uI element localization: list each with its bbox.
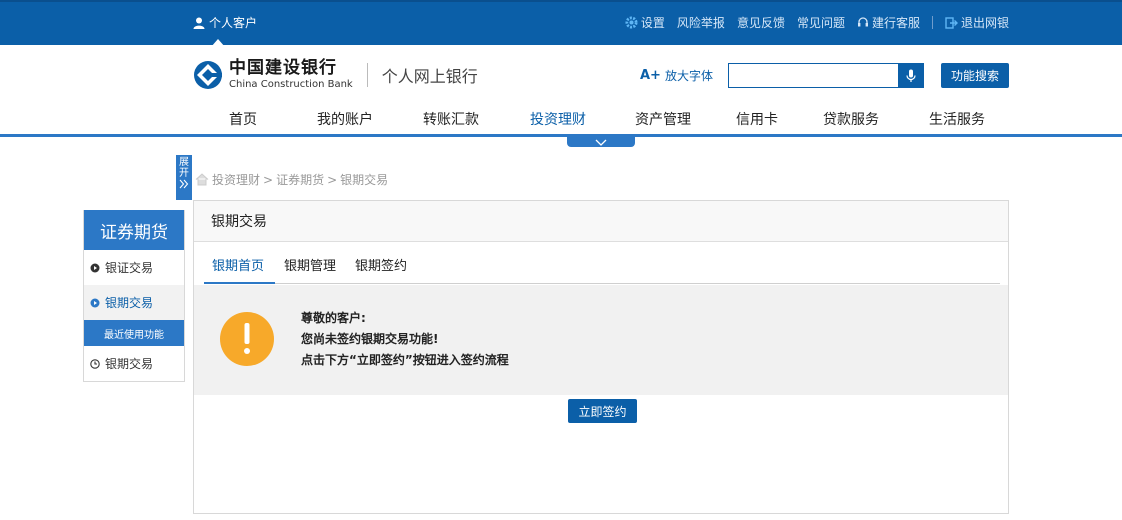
settings-link[interactable]: 设置 (625, 14, 665, 31)
main-panel: 银期交易 银期首页 银期管理 银期签约 尊敬的客户: 您尚未签约银期交易功能! … (193, 200, 1009, 514)
nav-item-asset-management[interactable]: 资产管理 (635, 109, 691, 129)
site-subtitle: 个人网上银行 (381, 67, 478, 86)
nav-item-loan-services[interactable]: 贷款服务 (823, 109, 879, 129)
breadcrumb-separator: > (327, 172, 338, 187)
faq-label: 常见问题 (796, 16, 845, 30)
personal-customer-label[interactable]: 个人客户 (193, 14, 257, 31)
zoom-font-button[interactable]: A+ 放大字体 (640, 67, 713, 84)
recent-item-label: 银期交易 (105, 357, 154, 371)
chevron-down-icon (595, 139, 607, 146)
notice-message: 尊敬的客户: 您尚未签约银期交易功能! 点击下方“立即签约”按钮进入签约流程 (301, 308, 509, 371)
ccb-logo-icon (194, 61, 222, 89)
tab-futures-home[interactable]: 银期首页 (212, 255, 264, 274)
left-menu-item-bank-securities[interactable]: 银证交易 (84, 250, 184, 285)
active-tab-notch (211, 39, 225, 47)
breadcrumb-item-investment[interactable]: 投资理财 (212, 171, 260, 188)
active-tab-underline (204, 282, 275, 284)
nav-item-credit-card[interactable]: 信用卡 (736, 109, 778, 129)
nav-item-investment[interactable]: 投资理财 (530, 109, 586, 129)
play-circle-icon (90, 263, 100, 272)
zoom-icon: A+ (640, 68, 661, 83)
recent-item-bank-futures[interactable]: 银期交易 (84, 346, 184, 381)
tab-futures-signing[interactable]: 银期签约 (355, 255, 407, 274)
notice-box: 尊敬的客户: 您尚未签约银期交易功能! 点击下方“立即签约”按钮进入签约流程 (194, 285, 1008, 395)
voice-search-button[interactable] (898, 64, 923, 87)
customer-service-label: 建行客服 (871, 16, 920, 30)
notice-line-instruction: 点击下方“立即签约”按钮进入签约流程 (301, 353, 509, 367)
top-links-divider (931, 16, 933, 29)
nav-dropdown-toggle[interactable] (567, 137, 635, 147)
zoom-label: 放大字体 (664, 69, 713, 83)
logo-text: 中国建设银行 China Construction Bank (229, 60, 353, 90)
recent-functions-header: 最近使用功能 (84, 320, 184, 346)
logo-en: China Construction Bank (229, 79, 353, 90)
logout-link[interactable]: 退出网银 (945, 14, 1009, 31)
panel-tabs: 银期首页 银期管理 银期签约 (204, 243, 1000, 284)
double-chevron-right-icon (179, 179, 189, 189)
panel-title: 银期交易 (194, 201, 1008, 242)
top-bar: 个人客户 设置 风险举报 意见反馈 常见问题 建行客服 退出网银 (0, 0, 1122, 47)
left-menu-item-bank-futures[interactable]: 银期交易 (84, 285, 184, 320)
breadcrumb-item-securities[interactable]: 证券期货 (276, 171, 324, 188)
expand-label: 展开 (179, 157, 189, 179)
sign-now-button[interactable]: 立即签约 (568, 399, 637, 423)
left-menu-title: 证券期货 (84, 210, 184, 250)
top-links: 设置 风险举报 意见反馈 常见问题 建行客服 退出网银 (625, 14, 1009, 31)
nav-item-transfer[interactable]: 转账汇款 (423, 109, 479, 129)
play-circle-icon (90, 298, 100, 307)
home-icon[interactable] (195, 173, 209, 186)
notice-line-status: 您尚未签约银期交易功能! (301, 332, 439, 346)
settings-label: 设置 (640, 16, 665, 30)
headset-icon (857, 16, 868, 26)
feedback-link[interactable]: 意见反馈 (737, 14, 785, 31)
logo-cn: 中国建设银行 (229, 58, 337, 78)
feedback-label: 意见反馈 (736, 16, 785, 30)
breadcrumb-separator: > (263, 172, 274, 187)
sidebar-expand-tab[interactable]: 展开 (176, 155, 192, 200)
nav-item-home[interactable]: 首页 (229, 109, 257, 129)
search-input[interactable] (729, 64, 897, 87)
breadcrumb: 投资理财 > 证券期货 > 银期交易 (195, 171, 388, 188)
risk-report-label: 风险举报 (676, 16, 725, 30)
main-nav: 首页 我的账户 转账汇款 投资理财 资产管理 信用卡 贷款服务 生活服务 (193, 109, 1013, 129)
warning-icon (220, 312, 274, 366)
nav-underline (0, 134, 1122, 137)
customer-service-link[interactable]: 建行客服 (857, 14, 920, 31)
gear-icon (625, 16, 638, 29)
risk-report-link[interactable]: 风险举报 (677, 14, 725, 31)
nav-item-life-services[interactable]: 生活服务 (929, 109, 985, 129)
notice-line-greeting: 尊敬的客户: (301, 311, 366, 325)
left-menu-item-label: 银期交易 (105, 296, 154, 310)
logo-divider (366, 63, 368, 87)
clock-icon (90, 358, 100, 369)
left-menu: 证券期货 银证交易 银期交易 最近使用功能 银期交易 (83, 210, 185, 382)
breadcrumb-item-current: 银期交易 (340, 173, 389, 187)
left-menu-item-label: 银证交易 (105, 261, 154, 275)
microphone-icon (905, 69, 916, 82)
nav-item-my-account[interactable]: 我的账户 (317, 109, 373, 129)
user-icon (193, 17, 205, 29)
user-label-text: 个人客户 (209, 16, 258, 30)
tab-futures-management[interactable]: 银期管理 (284, 255, 336, 274)
logout-icon (945, 16, 958, 29)
search-box (728, 63, 924, 88)
function-search-button[interactable]: 功能搜索 (941, 63, 1009, 88)
faq-link[interactable]: 常见问题 (797, 14, 845, 31)
ccb-logo[interactable]: 中国建设银行 China Construction Bank 个人网上银行 (193, 60, 478, 90)
logout-label: 退出网银 (960, 16, 1009, 30)
